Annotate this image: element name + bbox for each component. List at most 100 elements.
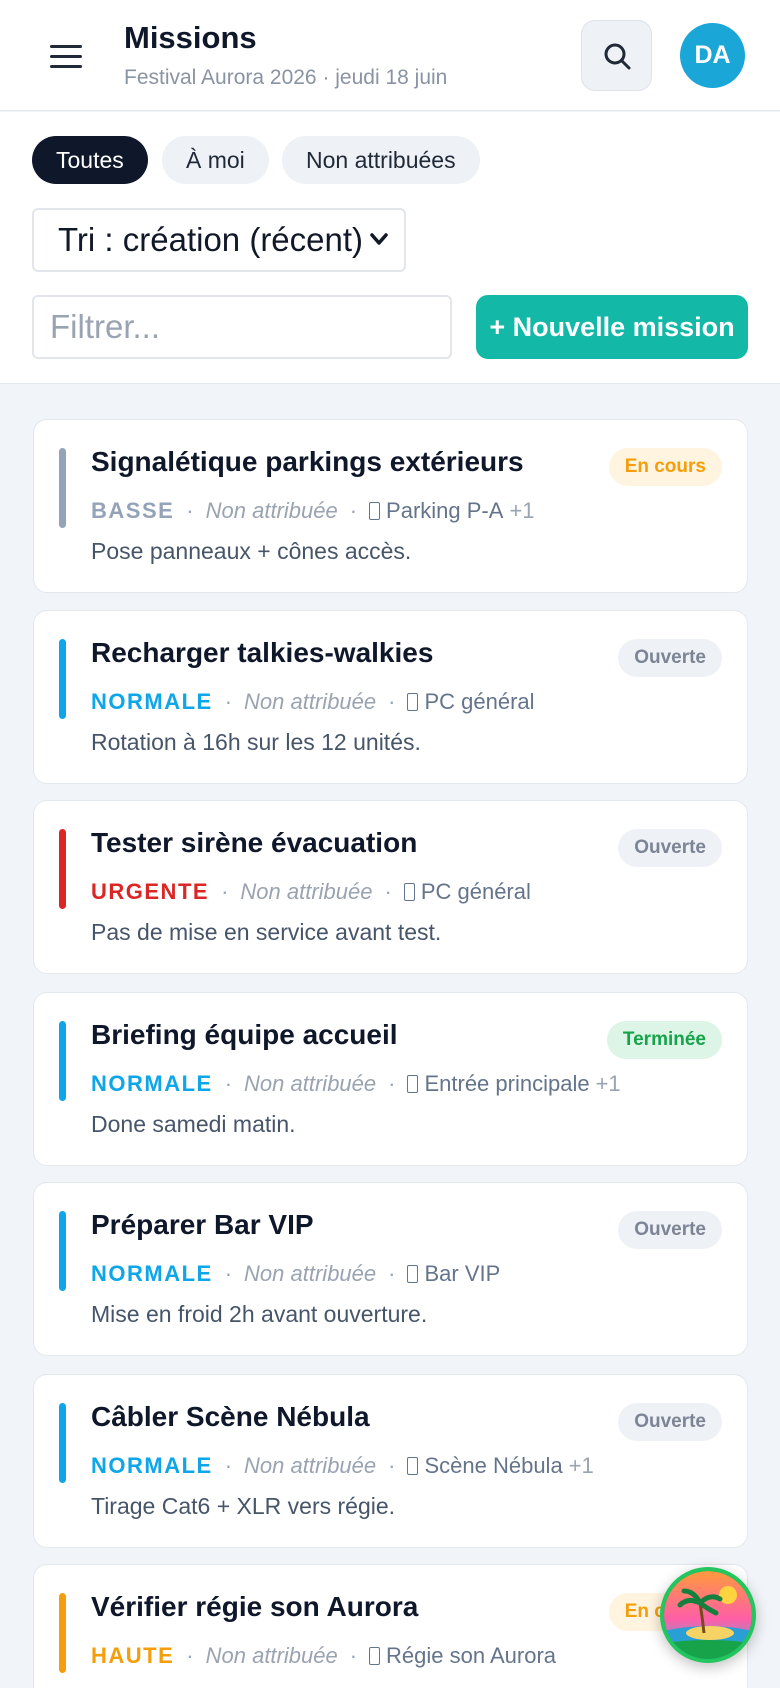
chip-mine[interactable]: À moi bbox=[162, 136, 269, 184]
page-title: Missions bbox=[124, 20, 257, 55]
priority-label: HAUTE bbox=[91, 1643, 175, 1668]
assignee-label: Non attribuée bbox=[244, 1261, 377, 1286]
assignee-label: Non attribuée bbox=[205, 498, 338, 523]
location-icon bbox=[369, 502, 381, 520]
mission-meta: NORMALE · Non attribuée · Scène Nébula +… bbox=[91, 1451, 594, 1481]
separator: · bbox=[224, 689, 233, 714]
location-label: Parking P-A bbox=[386, 498, 504, 523]
mission-title: Préparer Bar VIP bbox=[91, 1209, 314, 1240]
mission-description: Rotation à 16h sur les 12 unités. bbox=[91, 729, 421, 755]
mission-title: Briefing équipe accueil bbox=[91, 1019, 398, 1050]
separator: · bbox=[388, 1071, 396, 1096]
mission-description: Tirage Cat6 + XLR vers régie. bbox=[91, 1493, 396, 1519]
location: PC général bbox=[407, 689, 535, 715]
separator: · bbox=[349, 498, 358, 523]
menu-icon[interactable] bbox=[44, 36, 88, 76]
priority-label: URGENTE bbox=[91, 879, 210, 904]
location-extra-count: +1 bbox=[595, 1071, 621, 1096]
mission-description: Mise en froid 2h avant ouverture. bbox=[91, 1301, 428, 1327]
mission-meta: BASSE · Non attribuée · Parking P-A +1 bbox=[91, 496, 535, 526]
status-badge: Ouverte bbox=[618, 829, 722, 867]
new-mission-button[interactable]: + Nouvelle mission bbox=[476, 295, 748, 359]
status-badge: En cours bbox=[608, 448, 722, 486]
location: Régie son Aurora bbox=[369, 1643, 556, 1669]
mission-card[interactable]: Tester sirène évacuation URGENTE · Non a… bbox=[33, 800, 748, 974]
location-label: Bar VIP bbox=[424, 1261, 501, 1286]
priority-label: NORMALE bbox=[91, 1261, 213, 1286]
assignee-label: Non attribuée bbox=[244, 689, 377, 714]
app-header: Missions Festival Aurora 2026 · jeudi 18… bbox=[0, 0, 780, 111]
separator: · bbox=[388, 1261, 396, 1286]
menu-icon-line bbox=[50, 44, 82, 48]
mission-title: Recharger talkies-walkies bbox=[91, 637, 434, 668]
priority-bar bbox=[59, 1211, 66, 1291]
separator: · bbox=[224, 1071, 233, 1096]
assignee-label: Non attribuée bbox=[244, 1071, 377, 1096]
status-badge: Ouverte bbox=[618, 639, 722, 677]
priority-bar bbox=[59, 639, 66, 719]
filter-bar: Toutes À moi Non attribuées Tri : créati… bbox=[0, 112, 780, 384]
separator: · bbox=[221, 879, 229, 904]
chip-unassigned[interactable]: Non attribuées bbox=[282, 136, 480, 184]
location-icon bbox=[369, 1647, 381, 1665]
location-icon bbox=[407, 1265, 419, 1283]
location-label: Régie son Aurora bbox=[386, 1643, 557, 1668]
search-button[interactable] bbox=[581, 20, 652, 91]
status-badge: Ouverte bbox=[618, 1403, 722, 1441]
page-subtitle: Festival Aurora 2026 · jeudi 18 juin bbox=[124, 66, 448, 89]
chip-all[interactable]: Toutes bbox=[32, 136, 148, 184]
location-icon bbox=[403, 883, 415, 901]
sort-label: Tri : création (récent) bbox=[58, 221, 364, 258]
mission-card[interactable]: Câbler Scène Nébula NORMALE · Non attrib… bbox=[33, 1374, 748, 1548]
status-badge: Ouverte bbox=[618, 1211, 722, 1249]
mission-description: Pas de mise en service avant test. bbox=[91, 919, 442, 945]
location-icon bbox=[407, 693, 419, 711]
priority-bar bbox=[59, 1403, 66, 1483]
priority-bar bbox=[59, 1021, 66, 1101]
separator: · bbox=[224, 1261, 233, 1286]
separator: · bbox=[186, 498, 194, 523]
mission-meta: NORMALE · Non attribuée · Bar VIP bbox=[91, 1259, 500, 1289]
mission-meta: URGENTE · Non attribuée · PC général bbox=[91, 877, 531, 907]
priority-bar bbox=[59, 448, 66, 528]
menu-icon-line bbox=[50, 54, 82, 58]
assignee-label: Non attribuée bbox=[205, 1643, 338, 1668]
location: Scène Nébula +1 bbox=[407, 1453, 594, 1479]
location: PC général bbox=[403, 879, 531, 905]
mission-title: Vérifier régie son Aurora bbox=[91, 1591, 419, 1622]
island-logo-icon bbox=[664, 1571, 752, 1659]
mission-description: Done samedi matin. bbox=[91, 1111, 296, 1137]
location: Parking P-A +1 bbox=[369, 498, 535, 524]
status-badge: Terminée bbox=[606, 1021, 722, 1059]
avatar[interactable]: DA bbox=[680, 23, 745, 88]
priority-bar bbox=[59, 829, 66, 909]
separator: · bbox=[224, 1453, 233, 1478]
assignee-label: Non attribuée bbox=[244, 1453, 377, 1478]
filter-input[interactable] bbox=[32, 295, 452, 359]
menu-icon-line bbox=[50, 64, 82, 68]
mission-card[interactable]: Préparer Bar VIP NORMALE · Non attribuée… bbox=[33, 1182, 748, 1356]
priority-label: BASSE bbox=[91, 498, 175, 523]
priority-label: NORMALE bbox=[91, 689, 213, 714]
assistant-fab-button[interactable] bbox=[660, 1567, 756, 1663]
mission-title: Signalétique parkings extérieurs bbox=[91, 446, 524, 477]
location-label: Entrée principale bbox=[424, 1071, 590, 1096]
assignee-label: Non attribuée bbox=[240, 879, 373, 904]
mission-card[interactable]: Briefing équipe accueil NORMALE · Non at… bbox=[33, 992, 748, 1166]
separator: · bbox=[384, 879, 392, 904]
mission-title: Câbler Scène Nébula bbox=[91, 1401, 370, 1432]
mission-title: Tester sirène évacuation bbox=[91, 827, 418, 858]
priority-bar bbox=[59, 1593, 66, 1673]
sort-select[interactable]: Tri : création (récent) bbox=[32, 208, 406, 272]
location: Entrée principale +1 bbox=[407, 1071, 621, 1097]
location: Bar VIP bbox=[407, 1261, 500, 1287]
mission-card[interactable]: Recharger talkies-walkies NORMALE · Non … bbox=[33, 610, 748, 784]
mission-card[interactable]: Vérifier régie son Aurora HAUTE · Non at… bbox=[33, 1564, 748, 1688]
separator: · bbox=[388, 1453, 396, 1478]
separator: · bbox=[388, 689, 396, 714]
location-label: PC général bbox=[420, 879, 531, 904]
mission-card[interactable]: Signalétique parkings extérieurs BASSE ·… bbox=[33, 419, 748, 593]
priority-label: NORMALE bbox=[91, 1453, 213, 1478]
mission-meta: NORMALE · Non attribuée · Entrée princip… bbox=[91, 1069, 621, 1099]
mission-description: Pose panneaux + cônes accès. bbox=[91, 538, 412, 564]
